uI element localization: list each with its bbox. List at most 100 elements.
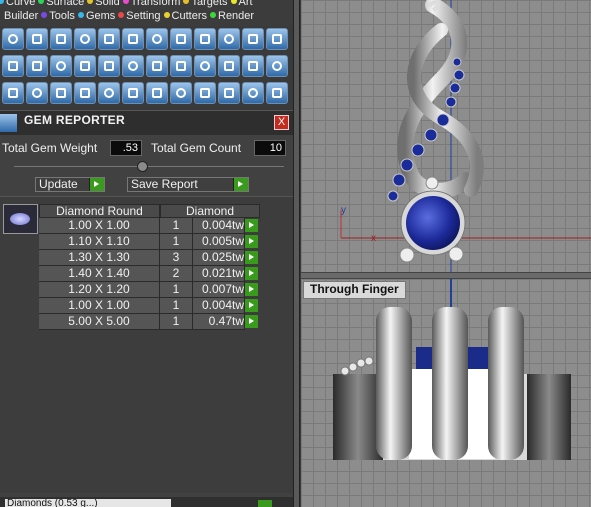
tool-button-icon[interactable] <box>194 28 216 50</box>
tool-button-icon[interactable] <box>146 55 168 77</box>
tool-button-icon[interactable] <box>74 28 96 50</box>
pendant-render: y x <box>340 0 591 272</box>
tool-button-icon[interactable] <box>98 28 120 50</box>
save-report-button[interactable]: Save Report <box>127 177 249 192</box>
row-select-button[interactable] <box>245 219 258 232</box>
tool-button-icon[interactable] <box>170 55 192 77</box>
table-row[interactable]: 1.00 X 1.00 1 0.004tw <box>39 298 260 314</box>
cell-weight: 0.004tw <box>193 298 245 314</box>
menu-solid[interactable]: Solid <box>87 0 120 9</box>
bottom-viewport[interactable]: Through Finger <box>301 279 591 507</box>
menu-label: Solid <box>95 0 120 8</box>
cell-size: 5.00 X 5.00 <box>39 314 160 330</box>
total-weight-field[interactable]: .53 <box>110 140 142 156</box>
row-select-button[interactable] <box>245 251 258 264</box>
tool-button-icon[interactable] <box>26 55 48 77</box>
tool-button-icon[interactable] <box>98 55 120 77</box>
tool-glyph-icon <box>8 61 18 71</box>
slider-handle[interactable] <box>137 161 148 172</box>
tool-glyph-icon <box>128 88 138 98</box>
tool-button-icon[interactable] <box>74 82 96 104</box>
tool-button-icon[interactable] <box>266 55 288 77</box>
gem-thumbnail-icon[interactable] <box>3 204 38 234</box>
tool-glyph-icon <box>272 88 282 98</box>
row-select-button[interactable] <box>245 235 258 248</box>
table-row[interactable]: 1.40 X 1.40 2 0.021tw <box>39 266 260 282</box>
table-row[interactable]: 1.10 X 1.10 1 0.005tw <box>39 234 260 250</box>
tool-button-icon[interactable] <box>242 28 264 50</box>
tool-button-icon[interactable] <box>194 55 216 77</box>
tool-button-icon[interactable] <box>2 55 24 77</box>
tool-button-icon[interactable] <box>50 55 72 77</box>
tool-button-icon[interactable] <box>218 55 240 77</box>
tool-glyph-icon <box>176 88 186 98</box>
panel-splitter[interactable] <box>293 0 300 507</box>
tool-button-icon[interactable] <box>2 82 24 104</box>
tool-glyph-icon <box>80 61 90 71</box>
tool-button-icon[interactable] <box>170 82 192 104</box>
update-button[interactable]: Update <box>35 177 105 192</box>
tool-button-icon[interactable] <box>50 82 72 104</box>
tool-button-icon[interactable] <box>26 82 48 104</box>
gem-type-select[interactable]: Diamonds (0.53 g...) <box>5 499 171 507</box>
tool-button-icon[interactable] <box>266 28 288 50</box>
tool-button-icon[interactable] <box>146 82 168 104</box>
menu-cutters[interactable]: Cutters <box>163 10 207 23</box>
close-button[interactable]: X <box>274 115 289 130</box>
menu-surface[interactable]: Surface <box>38 0 84 9</box>
table-row[interactable]: 1.20 X 1.20 1 0.007tw <box>39 282 260 298</box>
tool-button-icon[interactable] <box>146 28 168 50</box>
menu-bullet-icon <box>122 0 129 4</box>
tool-button-icon[interactable] <box>26 28 48 50</box>
tool-button-icon[interactable] <box>242 55 264 77</box>
tool-button-icon[interactable] <box>122 82 144 104</box>
cell-size: 1.40 X 1.40 <box>39 266 160 282</box>
row-select-button[interactable] <box>245 267 258 280</box>
table-row[interactable]: 1.30 X 1.30 3 0.025tw <box>39 250 260 266</box>
tool-button-icon[interactable] <box>98 82 120 104</box>
menu-tools[interactable]: Tools <box>41 10 75 23</box>
tool-button-icon[interactable] <box>74 55 96 77</box>
tool-button-icon[interactable] <box>122 55 144 77</box>
total-count-field[interactable]: 10 <box>254 140 286 156</box>
tool-button-icon[interactable] <box>218 28 240 50</box>
tool-glyph-icon <box>152 61 162 71</box>
row-select-button[interactable] <box>245 299 258 312</box>
menu-render[interactable]: Render <box>210 10 254 23</box>
tool-button-icon[interactable] <box>242 82 264 104</box>
tool-button-icon[interactable] <box>50 28 72 50</box>
tool-glyph-icon <box>32 34 42 44</box>
panel-title: GEM REPORTER <box>24 113 125 127</box>
row-select-button[interactable] <box>245 283 258 296</box>
menu-builder[interactable]: Builder <box>4 10 38 23</box>
cell-qty: 1 <box>160 298 193 314</box>
play-icon <box>89 178 104 191</box>
menu-label: Art <box>238 0 253 8</box>
left-panel: Curve Surface Solid Transform Targets Art Bui… <box>0 0 296 507</box>
tool-button-icon[interactable] <box>194 82 216 104</box>
table-row[interactable]: 1.00 X 1.00 1 0.004tw <box>39 218 260 234</box>
cell-qty: 1 <box>160 218 193 234</box>
tool-button-icon[interactable] <box>266 82 288 104</box>
cell-weight: 0.47tw <box>193 314 245 330</box>
menu-bullet-icon <box>210 12 216 18</box>
top-viewport[interactable]: y x <box>301 0 591 272</box>
menu-targets[interactable]: Targets <box>183 0 228 9</box>
cell-size: 1.10 X 1.10 <box>39 234 160 250</box>
viewport-splitter[interactable] <box>301 272 591 279</box>
table-row[interactable]: 5.00 X 5.00 1 0.47tw <box>39 314 260 330</box>
cell-qty: 1 <box>160 314 193 330</box>
tool-button-icon[interactable] <box>122 28 144 50</box>
menu-transform[interactable]: Transform <box>122 0 180 9</box>
tool-button-icon[interactable] <box>2 28 24 50</box>
menu-bullet-icon <box>183 0 190 4</box>
tool-button-icon[interactable] <box>170 28 192 50</box>
menu-setting[interactable]: Setting <box>118 10 161 23</box>
menu-gems[interactable]: Gems <box>77 10 115 23</box>
menu-art[interactable]: Art <box>230 0 253 9</box>
bottom-play-button[interactable] <box>258 500 272 507</box>
play-icon <box>233 178 248 191</box>
tool-button-icon[interactable] <box>218 82 240 104</box>
row-select-button[interactable] <box>245 315 258 328</box>
menu-curve[interactable]: Curve <box>0 0 35 9</box>
